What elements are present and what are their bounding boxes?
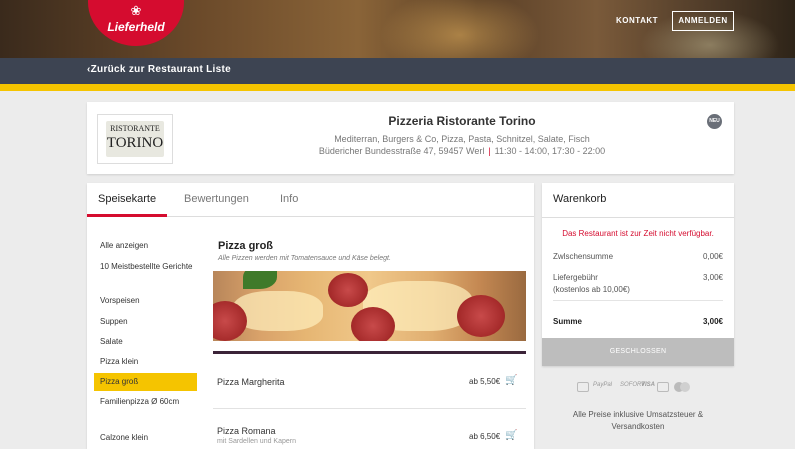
- category-calzone-klein[interactable]: Calzone klein: [94, 429, 197, 447]
- restaurant-hours: 11:30 - 14:00, 17:30 - 22:00: [494, 146, 606, 156]
- item-divider: [213, 408, 526, 409]
- cart-panel: Warenkorb Das Restaurant ist zur Zeit ni…: [542, 183, 734, 366]
- login-button[interactable]: ANMELDEN: [672, 11, 734, 31]
- menu-item-name: Pizza Romana: [217, 426, 276, 436]
- category-salate[interactable]: Salate: [94, 333, 197, 351]
- card-icon: [657, 382, 669, 392]
- restaurant-cuisines: Mediterran, Burgers & Co, Pizza, Pasta, …: [334, 134, 590, 144]
- delivery-fee-row: Liefergebühr 3,00€: [553, 273, 723, 282]
- sum-row: Summe 3,00€: [553, 317, 723, 326]
- cash-icon: [577, 382, 589, 392]
- category-vorspeisen[interactable]: Vorspeisen: [94, 292, 197, 310]
- restaurant-logo: RISTORANTE TORINO: [97, 114, 173, 164]
- tab-bewertungen[interactable]: Bewertungen: [184, 193, 249, 205]
- add-to-cart-icon[interactable]: 🛒: [505, 431, 517, 441]
- pizza-salami: [351, 307, 395, 341]
- cart-divider: [542, 217, 734, 218]
- restaurant-address-hours: Büdericher Bundesstraße 47, 59457 Werl | 1…: [267, 146, 657, 156]
- new-badge: NEU: [707, 114, 722, 129]
- subtotal-value: 0,00€: [702, 252, 723, 261]
- restaurant-name: Pizzeria Ristorante Torino: [388, 114, 536, 128]
- restaurant-logo-plate: RISTORANTE TORINO: [106, 121, 164, 157]
- pizza-basil: [243, 271, 277, 289]
- delivery-helmet-icon: ❀: [130, 3, 142, 18]
- category-pizza-klein[interactable]: Pizza klein: [94, 353, 197, 371]
- sum-label: Summe: [553, 317, 582, 326]
- category-suppen[interactable]: Suppen: [94, 313, 197, 331]
- sum-value: 3,00€: [702, 317, 723, 326]
- restaurant-info-card: RISTORANTE TORINO Pizzeria Ristorante To…: [87, 102, 734, 174]
- separator: |: [488, 146, 491, 156]
- nav-kontakt-link[interactable]: KONTAKT: [616, 16, 658, 25]
- add-to-cart-icon[interactable]: 🛒: [505, 376, 517, 386]
- category-alle-anzeigen[interactable]: Alle anzeigen: [94, 237, 197, 255]
- tab-info[interactable]: Info: [280, 193, 298, 205]
- restaurant-logo-top-text: RISTORANTE: [110, 124, 160, 133]
- delivery-fee-note: (kostenlos ab 10,00€): [553, 285, 630, 294]
- active-tab-indicator: [87, 214, 167, 217]
- brand-logo[interactable]: ❀ Lieferheld: [88, 0, 184, 46]
- category-familienpizza[interactable]: Familienpizza Ø 60cm: [94, 393, 197, 411]
- paypal-icon: PayPal: [593, 382, 613, 388]
- category-meistbestellt[interactable]: 10 Meistbestellte Gerichte: [94, 258, 197, 276]
- restaurant-closed-message: Das Restaurant ist zur Zeit nicht verfüg…: [562, 229, 714, 238]
- image-underline: [213, 351, 526, 354]
- payment-methods: PayPal SOFORT VISA: [575, 380, 705, 394]
- banner-decoration: [380, 0, 540, 58]
- delivery-fee-label: Liefergebühr: [553, 273, 598, 282]
- price-note: Alle Preise inklusive Umsatzsteuer & Ver…: [572, 410, 704, 431]
- accent-stripe: [0, 84, 795, 91]
- delivery-fee-value: 3,00€: [702, 273, 723, 282]
- brand-logo-text: Lieferheld: [107, 20, 165, 34]
- menu-item-price: ab 5,50€: [469, 377, 501, 386]
- menu-item-price: ab 6,50€: [469, 432, 501, 441]
- section-title: Pizza groß: [218, 240, 274, 252]
- header-banner: ❀ Lieferheld KONTAKT ANMELDEN: [0, 0, 795, 58]
- checkout-closed-button[interactable]: GESCHLOSSEN: [542, 338, 734, 366]
- section-description: Alle Pizzen werden mit Tomatensauce und …: [218, 255, 391, 262]
- back-link-label: Zurück zur Restaurant Liste: [90, 64, 231, 75]
- menu-item-description: mit Sardellen und Kapern: [217, 438, 296, 445]
- back-navigation-bar: ‹Zurück zur Restaurant Liste: [0, 58, 795, 84]
- tab-speisekarte[interactable]: Speisekarte: [98, 193, 156, 205]
- pizza-salami: [457, 295, 505, 337]
- mastercard-icon: [680, 382, 690, 392]
- pizza-photo: [213, 271, 526, 341]
- subtotal-row: Zwlschensumme 0,00€: [553, 252, 723, 261]
- back-to-list-link[interactable]: ‹Zurück zur Restaurant Liste: [87, 64, 231, 75]
- restaurant-address: Büdericher Bundesstraße 47, 59457 Werl: [318, 146, 485, 156]
- menu-tabs: Speisekarte Bewertungen Info: [87, 183, 534, 217]
- cart-title: Warenkorb: [553, 193, 607, 205]
- restaurant-logo-main-text: TORINO: [106, 135, 164, 151]
- subtotal-label: Zwlschensumme: [553, 252, 614, 261]
- visa-icon: VISA: [641, 382, 656, 388]
- pizza-salami: [328, 273, 368, 307]
- menu-item-name: Pizza Margherita: [217, 377, 285, 387]
- menu-panel: Speisekarte Bewertungen Info Alle anzeig…: [87, 183, 534, 449]
- category-pizza-gross[interactable]: Pizza groß: [94, 373, 197, 391]
- cart-sum-divider: [553, 300, 723, 301]
